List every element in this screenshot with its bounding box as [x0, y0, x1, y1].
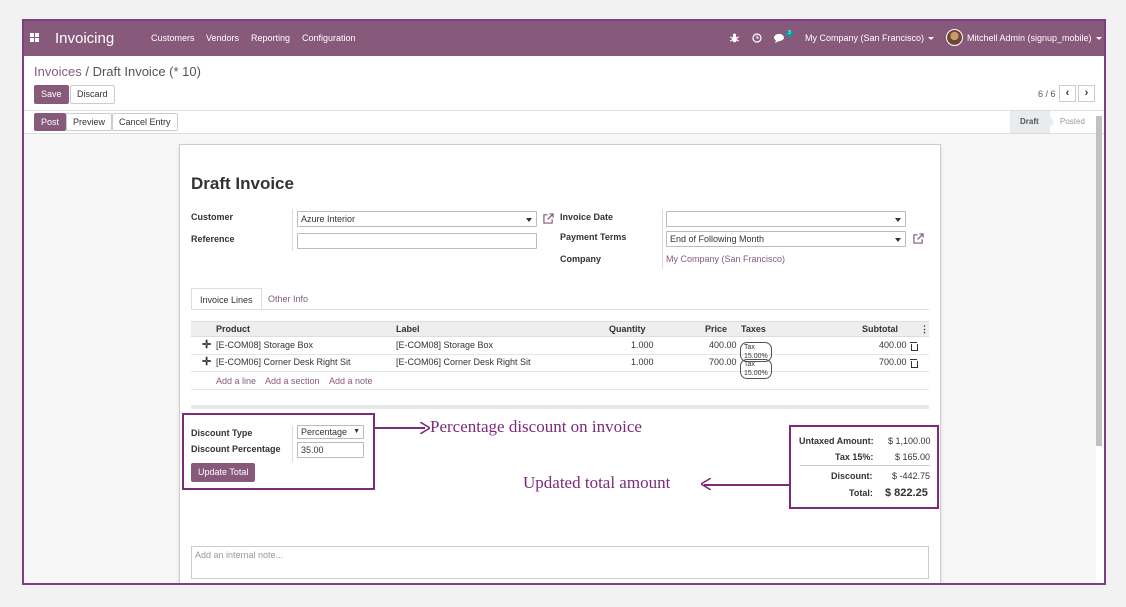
preview-button[interactable]: Preview [66, 113, 113, 131]
arrow-head-left-icon [701, 478, 711, 490]
row-label: [E-COM06] Corner Desk Right Sit [396, 357, 531, 367]
annotation-arrow [375, 427, 425, 429]
total-annotation: Updated total amount [523, 473, 671, 492]
tab-other-info[interactable]: Other Info [260, 288, 316, 310]
internal-note-textarea[interactable]: Add an internal note... [191, 546, 929, 579]
company-switcher[interactable]: My Company (San Francisco) [805, 33, 935, 43]
menu-configuration[interactable]: Configuration [302, 33, 356, 43]
chevron-down-icon [895, 218, 901, 222]
row-quantity: 1.000 [631, 357, 654, 367]
invoice-date-field[interactable] [666, 211, 906, 227]
pager-next-button[interactable]: › [1078, 85, 1095, 102]
reference-input[interactable] [297, 233, 537, 249]
chat-count-badge: 3 [786, 30, 793, 37]
drag-handle-icon[interactable]: ✛ [202, 355, 211, 368]
discount-annotation: Percentage discount on invoice [430, 417, 642, 436]
chevron-down-icon [928, 37, 935, 41]
row-product: [E-COM06] Corner Desk Right Sit [216, 357, 351, 367]
table-row[interactable]: ✛ [E-COM08] Storage Box [E-COM08] Storag… [191, 338, 929, 362]
status-posted[interactable]: Posted [1050, 111, 1100, 133]
total-highlight-box [789, 425, 939, 509]
company-label: Company [560, 254, 602, 264]
invoice-sheet: Draft Invoice Customer Azure Interior Re… [179, 144, 941, 583]
pager-value: 6 / 6 [1038, 89, 1056, 99]
app-window: Invoicing Customers Vendors Reporting Co… [22, 19, 1106, 585]
customer-label: Customer [191, 212, 234, 222]
tax-tag: Tax 15.00% [740, 359, 772, 379]
add-note-link[interactable]: Add a note [329, 376, 373, 386]
company-name: My Company (San Francisco) [805, 33, 925, 43]
menu-customers[interactable]: Customers [151, 33, 195, 43]
chat-icon[interactable] [774, 33, 785, 43]
external-link-icon[interactable] [913, 233, 924, 244]
col-product[interactable]: Product [216, 324, 250, 334]
row-label: [E-COM08] Storage Box [396, 340, 494, 350]
cancel-entry-button[interactable]: Cancel Entry [112, 113, 178, 131]
row-product: [E-COM08] Storage Box [216, 340, 314, 350]
trash-icon[interactable] [910, 359, 918, 368]
field-divider [292, 209, 293, 251]
col-label[interactable]: Label [396, 324, 420, 334]
payment-terms-field[interactable]: End of Following Month [666, 231, 906, 247]
payment-terms-label: Payment Terms [560, 232, 627, 242]
menu-reporting[interactable]: Reporting [251, 33, 290, 43]
app-title: Invoicing [55, 30, 115, 47]
table-row[interactable]: ✛ [E-COM06] Corner Desk Right Sit [E-COM… [191, 355, 929, 379]
activity-clock-icon[interactable] [752, 33, 762, 43]
customer-field[interactable]: Azure Interior [297, 211, 537, 227]
table-header: Product Label Quantity Price Taxes Subto… [191, 321, 929, 337]
company-link[interactable]: My Company (San Francisco) [666, 254, 785, 264]
menu-vendors[interactable]: Vendors [206, 33, 239, 43]
row-subtotal: 700.00 [879, 357, 907, 367]
status-draft: Draft [1010, 111, 1050, 133]
pager-previous-button[interactable]: ‹ [1059, 85, 1076, 102]
bug-icon[interactable] [730, 33, 739, 43]
breadcrumb-separator: / [85, 64, 89, 79]
user-menu[interactable]: Mitchell Admin (signup_mobile) [967, 33, 1102, 43]
invoice-date-label: Invoice Date [560, 212, 614, 222]
apps-menu-icon[interactable] [30, 33, 39, 42]
top-navbar: Invoicing Customers Vendors Reporting Co… [24, 21, 1104, 56]
post-button[interactable]: Post [34, 113, 67, 131]
breadcrumb-current: Draft Invoice (* 10) [92, 64, 201, 79]
discount-highlight-box [182, 413, 375, 490]
invoice-title: Draft Invoice [191, 174, 294, 193]
annotation-arrow [704, 484, 789, 486]
scrollbar[interactable] [1096, 116, 1102, 446]
add-section-link[interactable]: Add a section [265, 376, 320, 386]
customer-value: Azure Interior [301, 214, 356, 224]
chevron-down-icon [1095, 37, 1102, 41]
save-button[interactable]: Save [34, 85, 69, 104]
payment-terms-value: End of Following Month [670, 234, 765, 244]
breadcrumb: Invoices / Draft Invoice (* 10) [34, 64, 201, 79]
tab-invoice-lines[interactable]: Invoice Lines [191, 288, 262, 310]
col-quantity[interactable]: Quantity [609, 324, 646, 334]
col-price[interactable]: Price [705, 324, 727, 334]
breadcrumb-invoices[interactable]: Invoices [34, 64, 82, 79]
col-taxes[interactable]: Taxes [741, 324, 766, 334]
table-footer-line [191, 389, 929, 390]
status-bar: Post Preview Cancel Entry Draft Posted [24, 110, 1104, 134]
form-content: Draft Invoice Customer Azure Interior Re… [24, 134, 1096, 583]
row-quantity: 1.000 [631, 340, 654, 350]
chevron-down-icon [526, 218, 532, 222]
user-name: Mitchell Admin (signup_mobile) [967, 33, 1092, 43]
add-line-link[interactable]: Add a line [216, 376, 256, 386]
column-options-icon[interactable]: ⋮ [920, 324, 929, 335]
section-separator [191, 405, 929, 409]
arrow-head-right-icon [420, 422, 430, 434]
external-link-icon[interactable] [543, 213, 554, 224]
row-price: 700.00 [709, 357, 737, 367]
drag-handle-icon[interactable]: ✛ [202, 338, 211, 351]
tab-divider [191, 309, 929, 310]
trash-icon[interactable] [910, 342, 918, 351]
row-subtotal: 400.00 [879, 340, 907, 350]
row-price: 400.00 [709, 340, 737, 350]
chevron-down-icon [895, 238, 901, 242]
field-divider [662, 209, 663, 269]
col-subtotal[interactable]: Subtotal [862, 324, 898, 334]
discard-button[interactable]: Discard [70, 85, 115, 104]
user-avatar[interactable] [946, 29, 963, 46]
reference-label: Reference [191, 234, 235, 244]
